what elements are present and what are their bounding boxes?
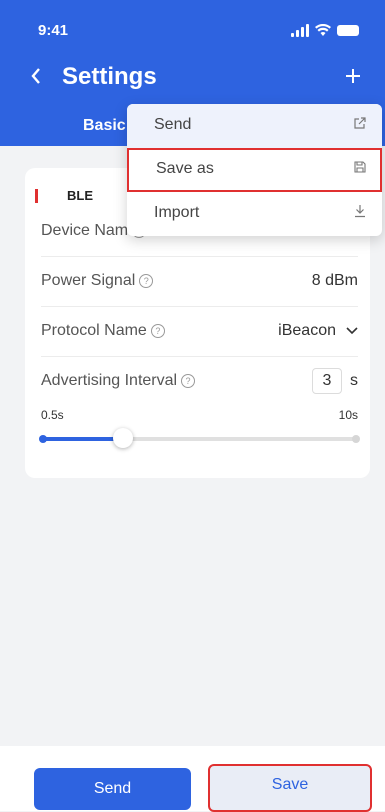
status-time: 9:41 [38, 22, 69, 39]
power-signal-value: 8 dBm [311, 272, 358, 289]
dropdown-menu: Send Save as Import [127, 104, 382, 236]
menu-item-save-as[interactable]: Save as [127, 148, 382, 192]
add-button[interactable] [345, 62, 361, 88]
slider-thumb[interactable] [113, 428, 133, 448]
help-icon[interactable]: ? [150, 324, 165, 338]
menu-item-send[interactable]: Send [127, 104, 382, 148]
menu-item-label: Import [154, 204, 200, 221]
chevron-down-icon [346, 322, 358, 338]
protocol-select[interactable]: iBeacon [278, 322, 358, 340]
menu-item-label: Save as [156, 160, 214, 177]
download-icon [355, 205, 365, 218]
slider-start-dot [39, 435, 47, 443]
slider-max-label: 10s [338, 408, 358, 422]
back-button[interactable] [30, 66, 42, 90]
protocol-name-label: Protocol Name? [41, 322, 165, 340]
status-bar: 9:41 [0, 22, 385, 42]
page-title: Settings [62, 63, 157, 90]
battery-icon [337, 25, 359, 36]
protocol-value: iBeacon [278, 322, 336, 339]
status-icons [291, 24, 359, 37]
protocol-name-row[interactable]: Protocol Name? iBeacon [41, 308, 358, 357]
wifi-icon [315, 24, 331, 36]
section-title: BLE [67, 188, 93, 203]
interval-slider[interactable] [39, 428, 360, 448]
power-signal-label: Power Signal? [41, 272, 154, 290]
bottom-action-bar: Send Save [0, 746, 385, 812]
section-marker [35, 189, 38, 203]
plus-icon [346, 69, 360, 83]
power-signal-row[interactable]: Power Signal? 8 dBm [41, 258, 358, 307]
advertising-interval-row: Advertising Interval? 3s [41, 358, 358, 406]
save-icon [354, 161, 366, 173]
slider-min-label: 0.5s [41, 408, 64, 422]
slider-end-dot [352, 435, 360, 443]
menu-item-import[interactable]: Import [127, 192, 382, 236]
send-button[interactable]: Send [34, 768, 191, 810]
advertising-interval-control: 3s [312, 368, 358, 394]
help-icon[interactable]: ? [181, 374, 196, 388]
interval-input[interactable]: 3 [312, 368, 342, 394]
chevron-left-icon [31, 68, 40, 84]
interval-unit: s [350, 372, 358, 389]
menu-item-label: Send [154, 116, 192, 133]
slider-fill [41, 437, 123, 441]
tab-basic[interactable]: Basic [83, 117, 126, 135]
external-link-icon [354, 117, 366, 129]
advertising-interval-label: Advertising Interval? [41, 372, 196, 390]
save-button[interactable]: Save [208, 764, 372, 812]
help-icon[interactable]: ? [139, 274, 154, 288]
signal-icon [291, 24, 309, 37]
